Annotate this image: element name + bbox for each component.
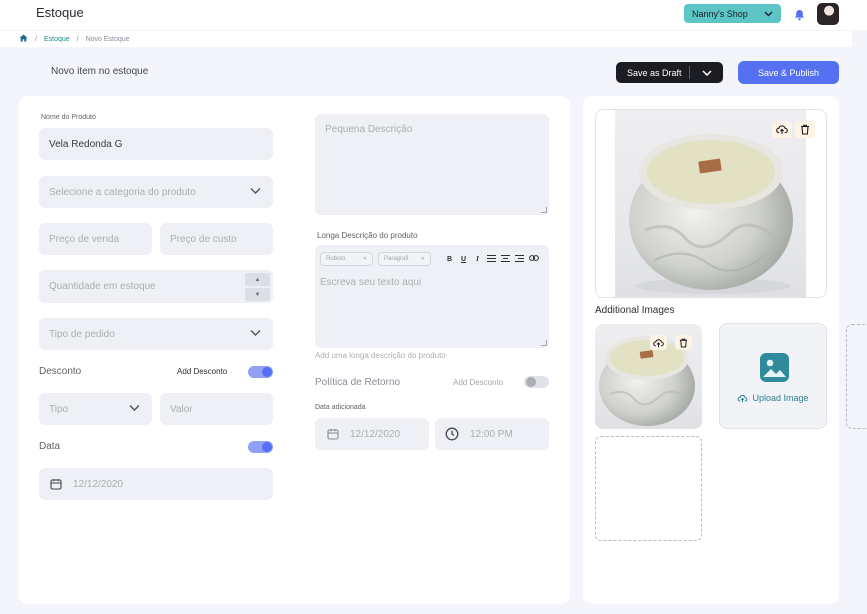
shop-selector[interactable]: Nanny's Shop (684, 4, 781, 23)
font-select-value: Roboto (326, 256, 346, 262)
save-as-draft-button[interactable]: Save as Draft (616, 62, 723, 83)
shop-name: Nanny's Shop (692, 8, 748, 19)
main-product-image[interactable] (615, 110, 806, 297)
resize-handle-icon[interactable] (541, 207, 547, 213)
cloud-upload-icon (653, 338, 664, 347)
close-icon: ✕ (362, 256, 367, 262)
bold-icon[interactable]: B (445, 256, 454, 263)
stock-quantity-placeholder: Quantidade em estoque (49, 281, 156, 292)
chevron-down-icon (250, 187, 261, 198)
date-input[interactable]: 12/12/2020 (39, 468, 273, 500)
sale-price-input[interactable]: Preço de venda (39, 223, 152, 255)
discount-type-select[interactable]: Tipo (39, 393, 152, 425)
discount-value-input[interactable]: Valor (160, 393, 273, 425)
upload-image-dropzone[interactable]: Upload Image (719, 323, 827, 429)
save-and-publish-button[interactable]: Save & Publish (738, 61, 839, 84)
image-placeholder-icon (760, 353, 789, 387)
clock-icon (445, 427, 459, 441)
toggle-knob (526, 377, 536, 387)
return-add-discount-label: Add Desconto (453, 378, 504, 387)
additional-images-title: Additional Images (595, 305, 675, 316)
cloud-upload-icon (738, 394, 748, 402)
long-description-label: Longa Descrição do produto (317, 231, 418, 240)
chevron-down-icon (764, 9, 773, 19)
discount-type-placeholder: Tipo (49, 403, 69, 415)
draft-options-chevron-icon[interactable] (690, 69, 723, 76)
font-select[interactable]: Roboto ✕ (320, 252, 373, 266)
upload-image-button[interactable] (772, 121, 792, 138)
category-placeholder: Selecione a categoria do produto (49, 186, 196, 198)
order-type-select[interactable]: Tipo de pedido (39, 318, 273, 350)
cost-price-input[interactable]: Preço de custo (160, 223, 273, 255)
delete-image-button[interactable] (795, 121, 815, 138)
date-added-input[interactable]: 12/12/2020 (315, 418, 429, 450)
thumb-delete-button[interactable] (675, 335, 692, 350)
return-policy-toggle[interactable] (524, 376, 549, 388)
category-select[interactable]: Selecione a categoria do produto (39, 176, 273, 208)
paragraph-select-value: Paragrafi (384, 256, 409, 262)
align-center-icon[interactable] (501, 254, 510, 264)
resize-handle-icon[interactable] (541, 340, 547, 346)
breadcrumb-estoque-link[interactable]: Estoque (44, 36, 70, 43)
short-description-textarea[interactable]: Pequena Descrição (315, 114, 549, 215)
order-type-placeholder: Tipo de pedido (49, 328, 115, 340)
date-added-label: Data adicionada (315, 404, 366, 411)
date-value: 12/12/2020 (73, 478, 124, 490)
decrement-arrow-icon[interactable]: ▼ (245, 288, 270, 301)
breadcrumb: / Estoque / Novo Estoque (0, 31, 852, 47)
app-title: Estoque (36, 5, 84, 20)
top-bar: Estoque Nanny's Shop (0, 0, 867, 30)
notification-bell-icon[interactable] (794, 8, 805, 21)
upload-image-label: Upload Image (752, 393, 809, 403)
thumb-upload-button[interactable] (650, 335, 667, 350)
increment-arrow-icon[interactable]: ▲ (245, 273, 270, 286)
breadcrumb-current: Novo Estoque (85, 35, 130, 43)
trash-icon (679, 338, 688, 348)
product-name-label: Nome do Produto (41, 114, 96, 121)
underline-icon[interactable]: U (459, 256, 468, 263)
time-added-input[interactable]: 12:00 PM (435, 418, 549, 450)
breadcrumb-separator: / (76, 35, 79, 43)
trash-icon (801, 124, 809, 135)
product-name-input[interactable]: Vela Redonda G (39, 128, 273, 160)
align-left-icon[interactable] (487, 254, 496, 264)
page-title: Novo item no estoque (51, 66, 149, 77)
stock-quantity-input[interactable]: Quantidade em estoque (39, 270, 273, 303)
align-right-icon[interactable] (515, 254, 524, 264)
upload-image-link[interactable]: Upload Image (720, 393, 826, 403)
short-description-placeholder: Pequena Descrição (325, 124, 413, 135)
paragraph-select[interactable]: Paragrafi ✕ (378, 252, 431, 266)
chevron-down-icon (129, 404, 140, 415)
return-policy-label: Política de Retorno (315, 377, 401, 388)
discount-label: Desconto (39, 366, 82, 377)
quantity-stepper[interactable]: ▲ ▼ (245, 273, 270, 301)
save-as-draft-label: Save as Draft (627, 67, 682, 78)
italic-icon[interactable]: I (473, 255, 482, 263)
breadcrumb-separator: / (35, 35, 37, 43)
candle-illustration (629, 134, 793, 294)
chevron-down-icon (250, 329, 261, 340)
add-discount-label: Add Desconto (177, 367, 228, 376)
long-description-hint: Add uma longa descrição do produto (315, 351, 446, 360)
calendar-icon (50, 478, 62, 490)
toggle-knob (262, 367, 272, 377)
calendar-icon (327, 428, 339, 440)
toggle-knob (262, 442, 272, 452)
date-added-value: 12/12/2020 (350, 428, 401, 440)
close-icon: ✕ (420, 256, 425, 262)
empty-image-slot[interactable] (595, 436, 702, 541)
time-added-value: 12:00 PM (470, 428, 513, 440)
link-icon[interactable] (529, 255, 539, 263)
home-icon[interactable] (19, 34, 28, 44)
editor-placeholder: Escreva seu texto aqui (320, 277, 422, 288)
discount-toggle[interactable] (248, 366, 273, 378)
cloud-upload-icon (776, 125, 788, 134)
date-toggle[interactable] (248, 441, 273, 453)
rich-text-toolbar: Roboto ✕ Paragrafi ✕ B U I (320, 252, 546, 266)
date-label: Data (39, 441, 61, 452)
user-avatar[interactable] (817, 3, 839, 25)
empty-image-slot-offscreen[interactable] (846, 324, 867, 429)
